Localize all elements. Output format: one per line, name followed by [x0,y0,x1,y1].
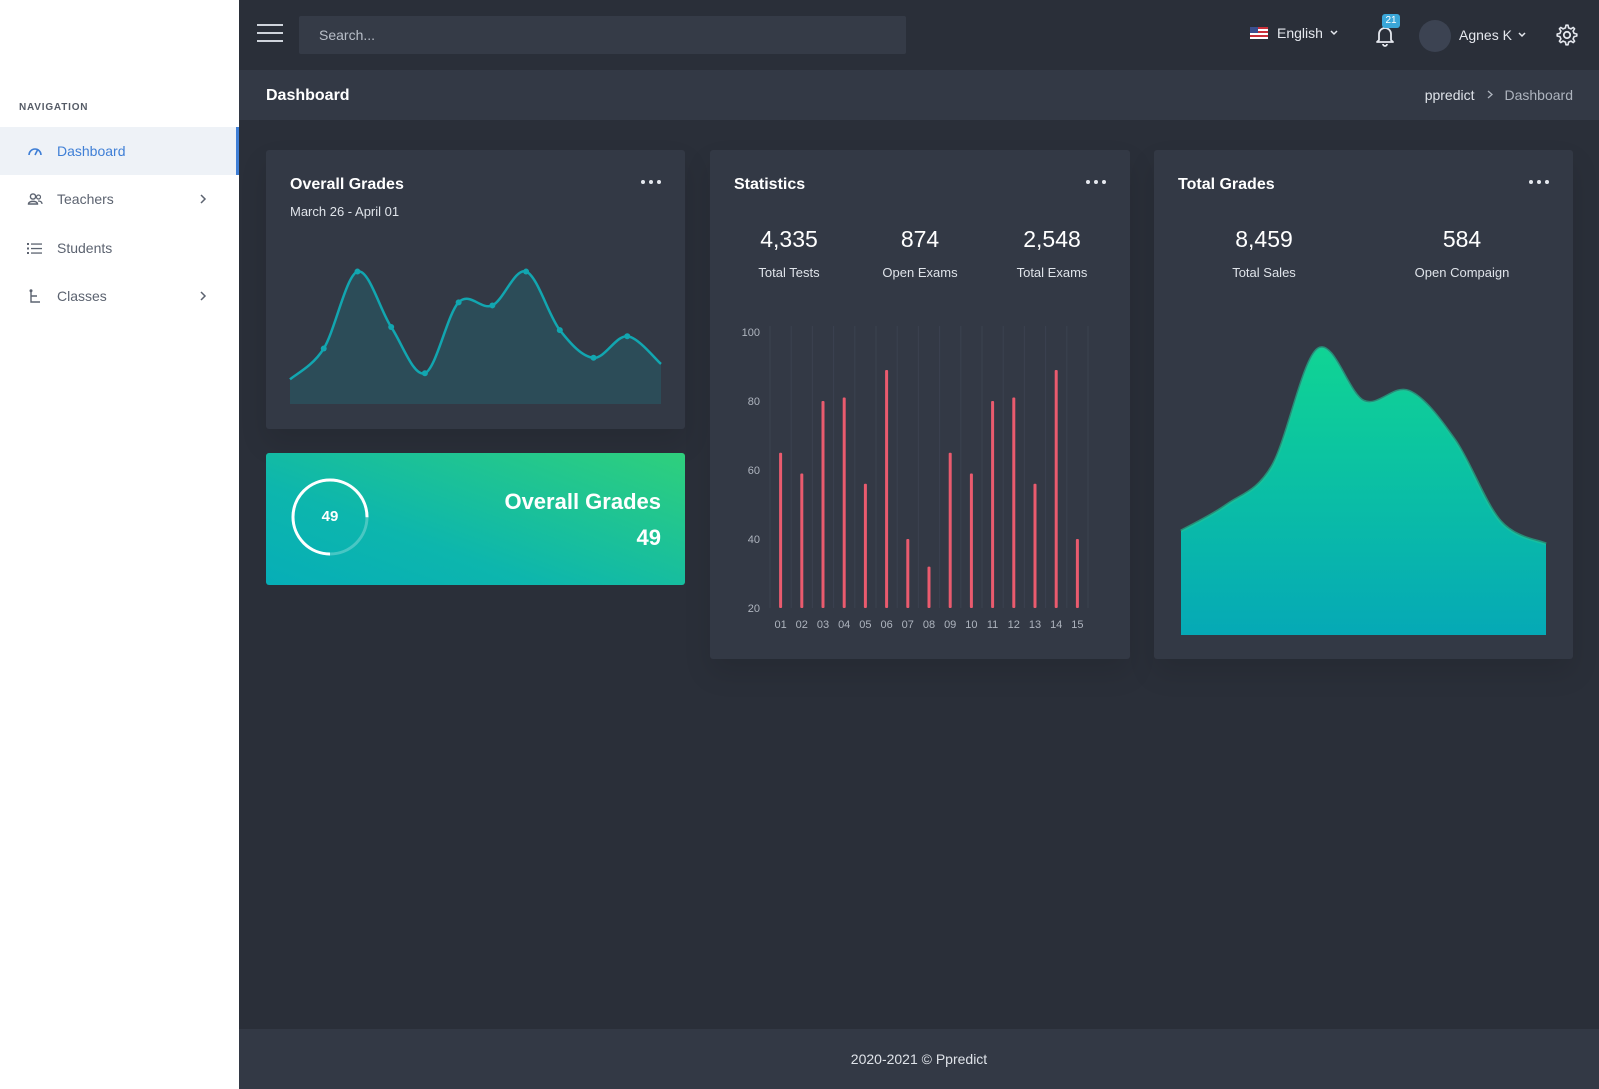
x-tick-label: 01 [774,619,786,631]
page-title: Dashboard [266,87,350,104]
chevron-right-icon [1487,88,1493,102]
bar [821,401,825,608]
overall-grades-summary-card: 49 Overall Grades 49 [266,453,685,585]
page-header: Dashboard ppredict Dashboard [239,70,1599,120]
notification-badge: 21 [1382,14,1400,28]
bar [948,452,952,608]
bar [863,483,867,608]
search-input[interactable] [299,16,906,54]
x-tick-label: 04 [838,619,850,631]
x-tick-label: 09 [944,619,956,631]
hamburger-menu-icon[interactable] [257,24,283,44]
statistics-card: Statistics 4,335 Total Tests 874 Open Ex… [710,150,1130,659]
data-point [523,268,530,275]
sidebar: NAVIGATION Dashboard Teachers Students C… [0,0,239,1089]
sidebar-item-label: Teachers [57,191,114,207]
y-tick-label: 100 [742,327,760,339]
data-point [320,345,327,352]
breadcrumb-root[interactable]: ppredict [1425,87,1475,103]
overall-grades-card: Overall Grades March 26 - April 01 [266,150,685,429]
sidebar-item-dashboard[interactable]: Dashboard [0,127,239,175]
data-point [489,302,496,309]
x-tick-label: 15 [1071,619,1083,631]
chevron-down-icon [1518,32,1526,38]
sidebar-item-teachers[interactable]: Teachers [0,175,239,223]
bar [800,473,804,608]
users-icon [26,190,44,208]
sidebar-item-label: Classes [57,288,107,304]
bar [991,401,995,608]
bar [927,566,931,608]
x-tick-label: 10 [965,619,977,631]
language-label: English [1277,25,1323,41]
data-point [624,333,631,340]
x-tick-label: 06 [880,619,892,631]
summary-title: Overall Grades [504,489,661,514]
x-tick-label: 14 [1050,619,1062,631]
summary-value: 49 [636,525,661,550]
series-area [1181,347,1546,635]
footer: 2020-2021 © Ppredict [239,1029,1599,1089]
bar [779,452,783,608]
x-tick-label: 03 [817,619,829,631]
data-point [455,299,462,306]
sidebar-item-students[interactable]: Students [0,224,239,272]
progress-ring-value: 49 [321,508,339,525]
chevron-right-icon [195,191,211,207]
data-point [354,268,361,275]
data-point [421,370,428,377]
data-point [556,327,563,334]
x-tick-label: 12 [1008,619,1020,631]
data-point [590,354,597,361]
y-tick-label: 60 [748,465,760,477]
tree-icon [26,287,44,305]
sidebar-item-classes[interactable]: Classes [0,272,239,320]
bar [1075,539,1079,608]
breadcrumb: ppredict Dashboard [1425,87,1573,103]
statistics-bar-chart: 20 40 60 80 100 01 02 03 04 05 06 07 08 09 10 11 12 13 14 1… [742,326,1089,631]
bar [1033,483,1037,608]
total-grades-card: Total Grades 8,459 Total Sales 584 Open … [1154,150,1573,659]
y-tick-label: 40 [748,534,760,546]
y-tick-label: 80 [748,396,760,408]
gear-icon[interactable] [1555,23,1579,47]
language-selector[interactable]: English [1250,25,1339,41]
us-flag-icon [1250,27,1268,39]
data-point [388,324,395,330]
list-icon [26,239,44,257]
topbar: English 21 Agnes K [239,0,1599,70]
x-tick-label: 11 [987,619,998,631]
chevron-down-icon [1330,30,1338,36]
nav-heading: NAVIGATION [19,102,89,113]
bar [885,369,889,608]
total-grades-area-chart [1180,346,1547,635]
sidebar-item-label: Students [57,240,113,256]
avatar[interactable] [1419,20,1451,52]
bar [1054,369,1058,608]
bar [842,397,846,608]
x-tick-label: 07 [902,619,914,631]
bar [1012,397,1016,608]
user-menu[interactable]: Agnes K [1459,27,1527,43]
bar [969,473,973,608]
x-tick-label: 08 [923,619,935,631]
sidebar-item-label: Dashboard [57,143,126,159]
bar [906,539,910,608]
gauge-icon [26,142,44,160]
x-tick-label: 02 [796,619,808,631]
y-tick-label: 20 [748,603,760,615]
overall-grades-chart [289,268,662,404]
x-tick-label: 13 [1029,619,1041,631]
breadcrumb-current: Dashboard [1504,87,1574,103]
x-tick-label: 05 [859,619,871,631]
chevron-right-icon [195,288,211,304]
username-label: Agnes K [1459,27,1512,43]
